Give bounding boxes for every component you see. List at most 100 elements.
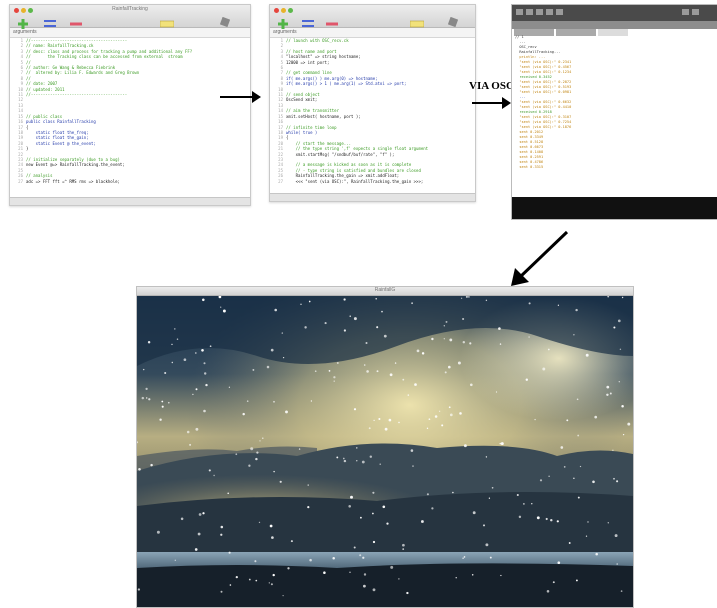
replace-shred-icon[interactable] [302, 13, 314, 27]
rain-particle [448, 406, 451, 409]
rain-particle [309, 558, 312, 562]
rain-particle [607, 522, 609, 524]
rain-particle [394, 362, 397, 364]
minimize-window-button[interactable] [281, 8, 286, 13]
close-window-button[interactable] [274, 8, 279, 13]
rain-particle [536, 516, 540, 520]
rain-particle [463, 444, 467, 448]
log-icon[interactable] [409, 13, 425, 28]
add-shred-icon[interactable] [278, 14, 288, 29]
rain-particle [612, 449, 614, 451]
rain-particle [560, 446, 564, 449]
code-text: // get command line [286, 70, 332, 76]
rain-particle [573, 477, 575, 480]
rain-particle [575, 308, 578, 312]
code-text: // aim the transmitter [286, 108, 339, 114]
arguments-field[interactable]: arguments [10, 28, 250, 38]
rain-particle [248, 464, 251, 467]
rain-particle [556, 520, 559, 523]
code-text: public class RainfallTracking [26, 119, 96, 125]
rain-particle [161, 400, 164, 403]
zoom-window-button[interactable] [288, 8, 293, 13]
rain-particle [390, 565, 394, 569]
rain-particle [359, 554, 362, 557]
rain-particle [333, 376, 336, 379]
rain-particle [195, 427, 199, 431]
arrow-down-left-icon [511, 230, 569, 286]
rain-particle [462, 340, 466, 344]
rain-particle [438, 410, 441, 412]
rain-particle [142, 368, 145, 371]
rain-particle [372, 588, 376, 592]
rain-particle [307, 506, 310, 509]
log-icon[interactable] [159, 13, 175, 28]
status-bar [10, 197, 250, 205]
rain-particle [500, 574, 502, 577]
rain-particle [209, 345, 212, 348]
rain-particle [457, 361, 461, 365]
rain-particle [577, 434, 580, 437]
rain-particle [274, 308, 277, 312]
rain-particle [282, 356, 285, 359]
replace-shred-icon[interactable] [44, 13, 56, 27]
rain-particle [557, 561, 561, 565]
rain-particle [525, 378, 528, 381]
rain-particle [343, 329, 347, 332]
code-text: // [26, 75, 31, 81]
rain-particle [402, 378, 405, 381]
editor-toolbar [270, 5, 475, 29]
rain-particle [256, 451, 259, 454]
rain-particle [186, 430, 190, 434]
rain-particle [227, 492, 230, 495]
rain-particle [220, 306, 222, 308]
rain-particle [366, 370, 369, 373]
rain-particle [353, 317, 357, 321]
rain-particle [388, 418, 392, 422]
rain-particle [324, 322, 327, 325]
rain-particle [252, 368, 255, 371]
rain-particle [164, 371, 167, 375]
rain-particle [202, 512, 205, 515]
line-number: 27 [278, 178, 283, 184]
rain-particle [614, 534, 618, 538]
code-editor[interactable]: 1//-------------------------------------… [10, 38, 250, 184]
rain-particle [361, 460, 365, 464]
code-text: 12000 => int port; [286, 59, 330, 65]
rain-particle [621, 296, 624, 299]
rain-particle [141, 396, 145, 400]
rain-particle [270, 583, 273, 586]
rain-particle [202, 298, 205, 302]
remove-shred-icon[interactable] [70, 13, 82, 26]
settings-icon[interactable] [447, 12, 459, 28]
code-text: //--------------------------------------… [26, 92, 128, 98]
code-editor[interactable]: 1// launch with OSC_recv.ck 2 3// host nam… [270, 38, 475, 184]
rain-particle [336, 456, 339, 459]
rain-particle [279, 480, 282, 483]
rain-particle [235, 453, 238, 456]
rain-particle [383, 334, 387, 338]
rain-particle [613, 326, 616, 329]
rain-particle [622, 433, 625, 436]
code-text: //--------------------------------------… [26, 38, 128, 43]
code-text: // name: RainfallTracking.ck [26, 43, 94, 49]
monitor-tabs[interactable] [512, 21, 717, 36]
remove-shred-icon[interactable] [326, 13, 338, 26]
rain-particle [307, 484, 309, 486]
via-osc-label: VIA OSC [469, 80, 514, 92]
rain-particle [363, 573, 367, 576]
add-shred-icon[interactable] [18, 14, 28, 29]
rain-particle [575, 579, 578, 582]
rain-particle [194, 548, 198, 551]
code-text: // date: 2007 [26, 81, 58, 87]
rain-particle [285, 410, 288, 414]
settings-icon[interactable] [219, 12, 231, 28]
rain-particle [472, 511, 476, 515]
monitor-header [512, 5, 717, 21]
rain-particle [500, 442, 504, 446]
rain-particle [323, 571, 326, 574]
rain-particle [235, 575, 238, 579]
rain-particle [229, 584, 232, 586]
rain-particle [150, 463, 153, 467]
line-number: 27 [18, 178, 23, 184]
arguments-field[interactable]: arguments [270, 28, 475, 38]
